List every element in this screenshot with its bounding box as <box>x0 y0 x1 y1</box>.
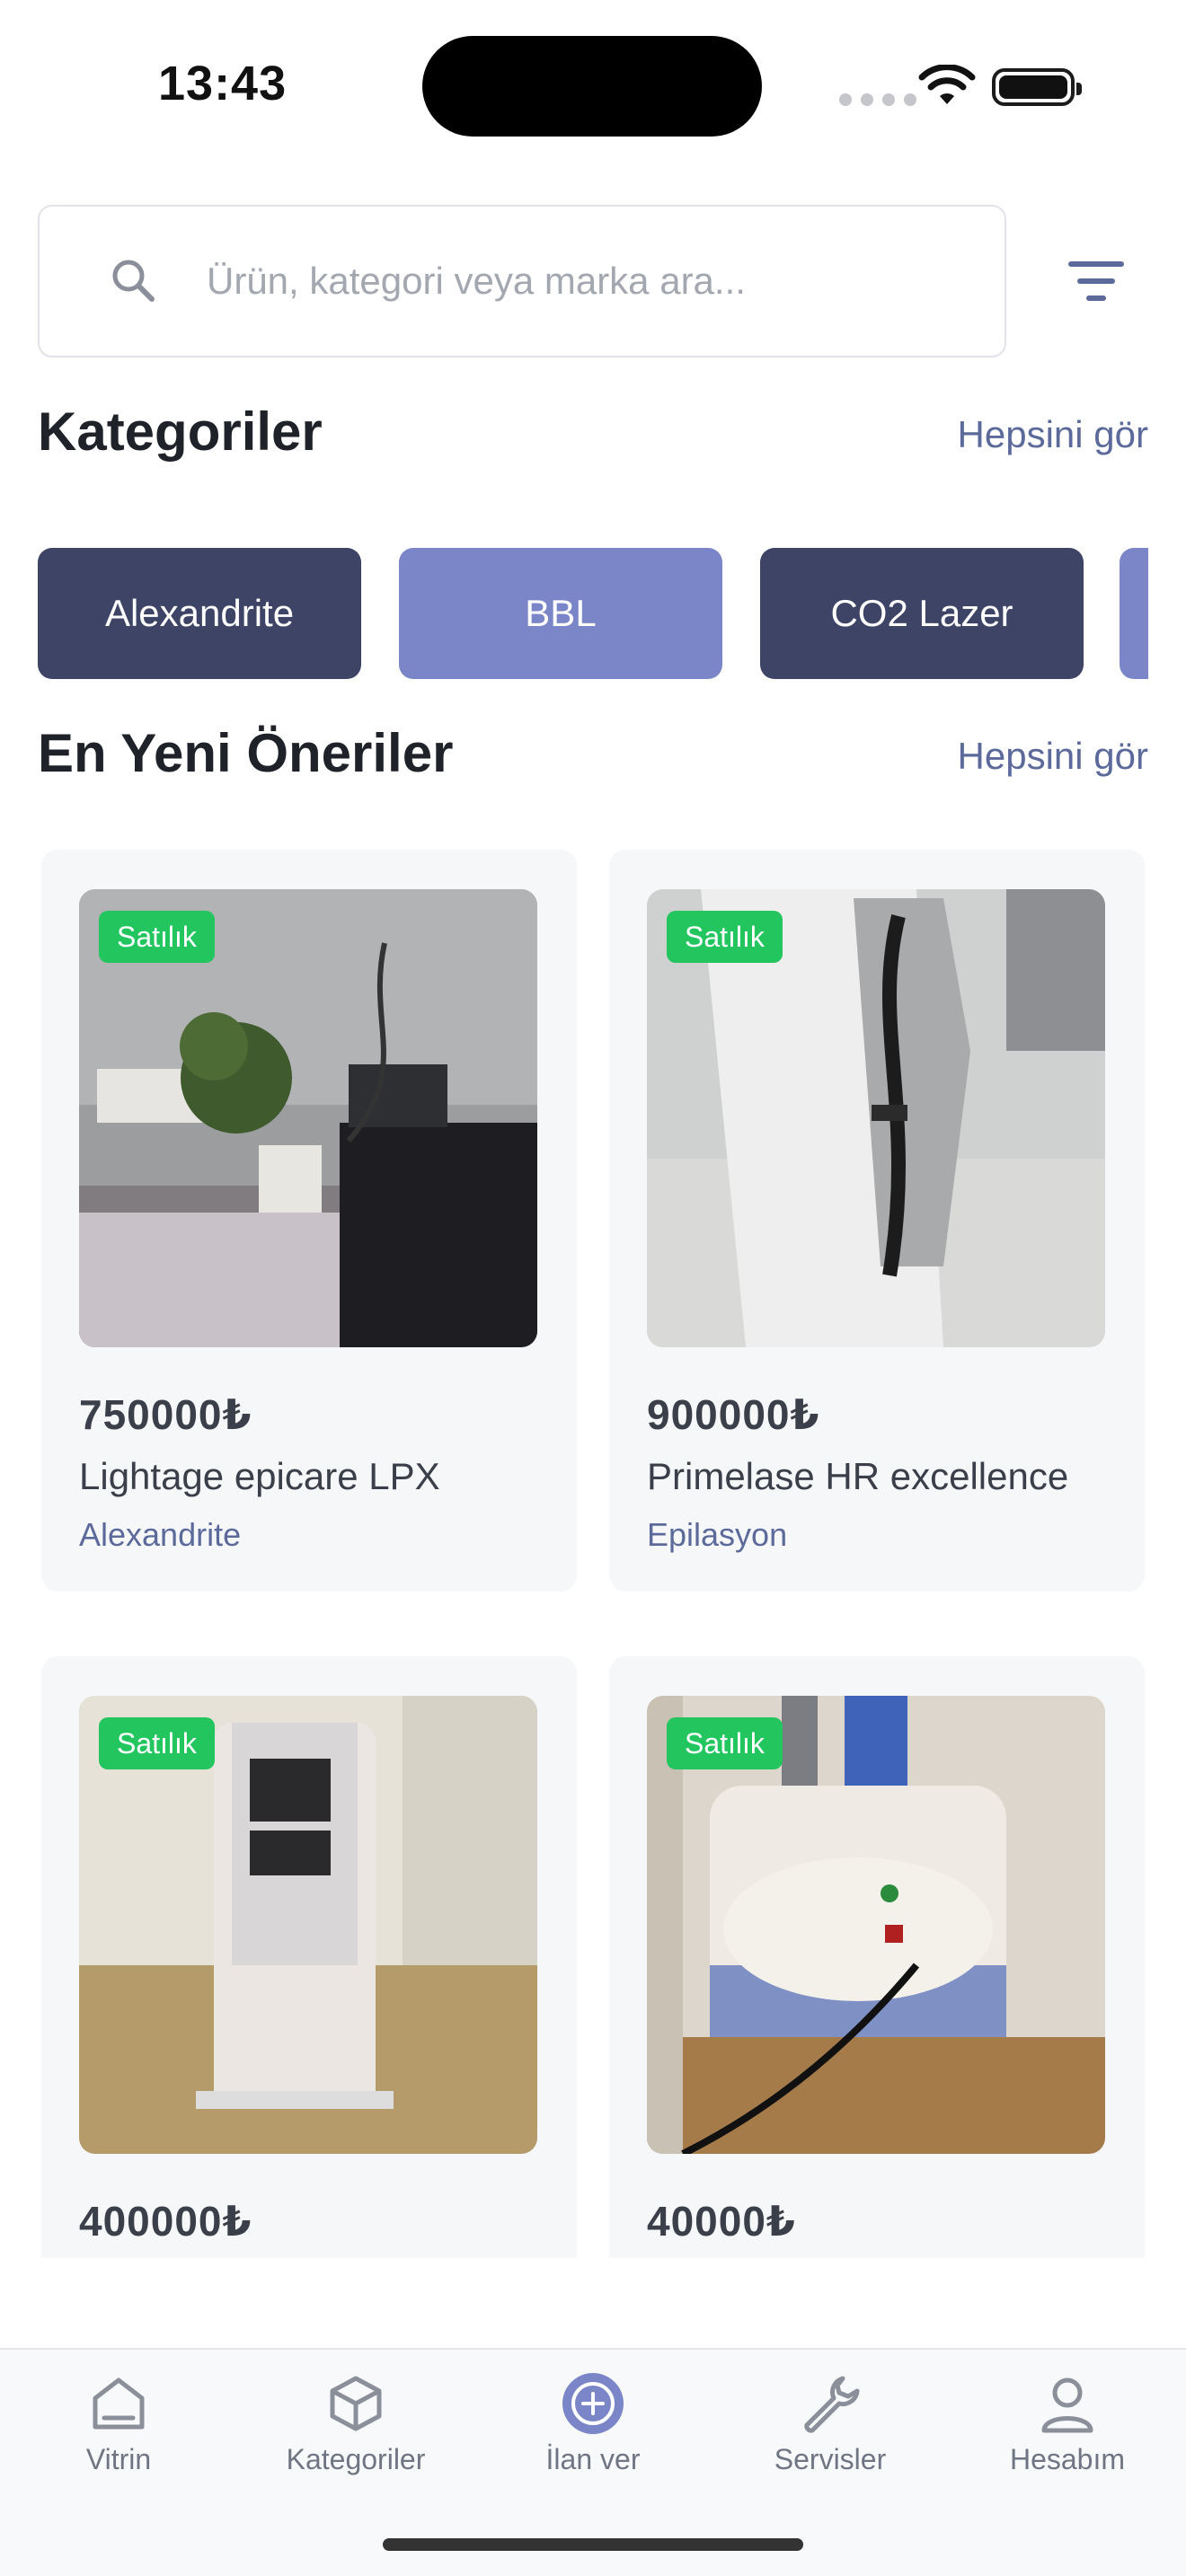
sale-badge: Satılık <box>99 1717 215 1769</box>
box-icon <box>330 2376 382 2431</box>
plus-circle-icon <box>562 2373 624 2434</box>
product-image: Satılık <box>647 1696 1105 2154</box>
status-bar: 13:43 <box>0 0 1186 171</box>
wrench-icon <box>804 2376 860 2433</box>
home-icon <box>93 2378 145 2430</box>
sale-badge: Satılık <box>667 1717 783 1769</box>
home-indicator <box>383 2538 803 2551</box>
category-chip[interactable] <box>1120 548 1148 679</box>
tab-label: Servisler <box>774 2443 887 2475</box>
tab-label: İlan ver <box>545 2443 641 2475</box>
category-chip[interactable]: Alexandrite <box>38 548 361 679</box>
user-icon <box>1041 2378 1093 2433</box>
cellular-signal-icon <box>839 93 916 106</box>
tab-label: Kategoriler <box>286 2443 426 2475</box>
product-card[interactable]: Satılık 40000₺ <box>609 1656 1145 2258</box>
search-input[interactable] <box>207 207 979 356</box>
product-price: 750000₺ <box>79 1391 252 1438</box>
sale-badge: Satılık <box>99 911 215 963</box>
product-image: Satılık <box>647 889 1105 1347</box>
filter-icon <box>1068 261 1124 301</box>
battery-icon <box>992 68 1082 106</box>
wifi-icon <box>918 65 976 104</box>
product-card[interactable]: Satılık 750000₺ Lightage epicare LPX Ale… <box>41 850 577 1592</box>
dynamic-island <box>422 36 762 137</box>
product-grid: Satılık 750000₺ Lightage epicare LPX Ale… <box>38 850 1148 2258</box>
tab-label: Vitrin <box>85 2443 152 2475</box>
tab-label: Hesabım <box>1009 2443 1126 2475</box>
sale-badge: Satılık <box>667 911 783 963</box>
category-chip[interactable]: CO2 Lazer <box>760 548 1084 679</box>
product-card[interactable]: Satılık 900000₺ Primelase HR excellence … <box>609 850 1145 1592</box>
product-name: Lightage epicare LPX <box>79 1455 440 1497</box>
product-price: 900000₺ <box>647 1391 820 1438</box>
category-chip[interactable]: BBL <box>399 548 722 679</box>
tab-ilan-ver[interactable]: İlan ver <box>474 2350 712 2520</box>
status-time: 13:43 <box>158 57 288 110</box>
categories-title: Kategoriler <box>38 401 323 462</box>
category-chips: Alexandrite BBL CO2 Lazer <box>38 548 1148 681</box>
categories-see-all-link[interactable]: Hepsini gör <box>958 413 1148 456</box>
product-image: Satılık <box>79 1696 537 2154</box>
newest-see-all-link[interactable]: Hepsini gör <box>958 735 1148 778</box>
tab-servisler[interactable]: Servisler <box>712 2350 949 2520</box>
tab-hesabim[interactable]: Hesabım <box>949 2350 1186 2520</box>
product-category: Alexandrite <box>79 1516 242 1553</box>
newest-title: En Yeni Öneriler <box>38 723 454 783</box>
product-category: Epilasyon <box>647 1516 788 1553</box>
product-price: 40000₺ <box>647 2198 796 2245</box>
search-icon <box>112 260 155 302</box>
tab-vitrin[interactable]: Vitrin <box>0 2350 237 2520</box>
tab-kategoriler[interactable]: Kategoriler <box>237 2350 474 2520</box>
product-name: Primelase HR excellence <box>647 1455 1069 1497</box>
search-bar <box>38 205 1006 357</box>
product-image: Satılık <box>79 889 537 1347</box>
product-price: 400000₺ <box>79 2198 252 2245</box>
product-card[interactable]: Satılık 400000₺ <box>41 1656 577 2258</box>
filter-button[interactable] <box>1062 251 1130 311</box>
